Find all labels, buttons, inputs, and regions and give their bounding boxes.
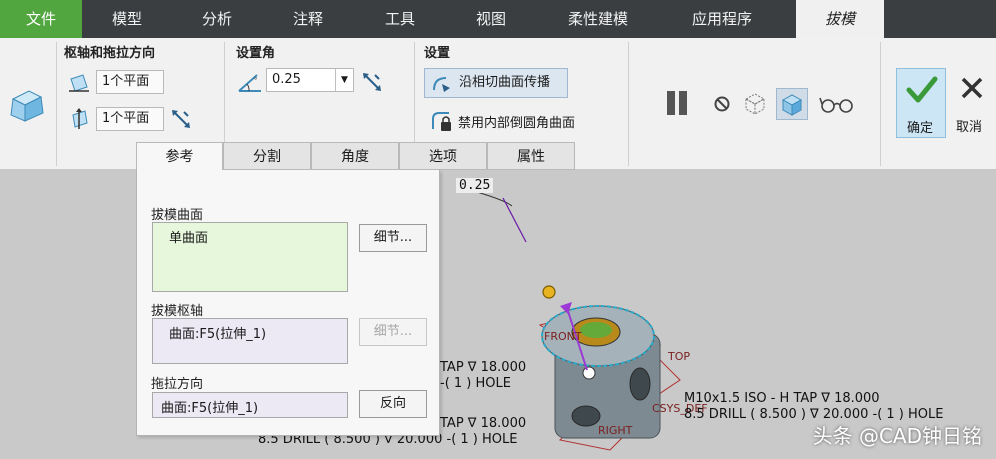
pivot-collector[interactable]: 1个平面 [96,70,164,94]
menu-tab-tools[interactable]: 工具 [354,0,446,38]
angle-annotation: 0.25 [456,178,494,193]
close-icon [958,74,986,102]
cancel-button[interactable]: 取消 [950,68,994,138]
ok-button[interactable]: 确定 [896,68,946,138]
flip-button[interactable]: 反向 [359,390,427,418]
tap-note-bottom: TAP ∇ 18.000 [440,416,527,431]
subtab-properties[interactable]: 属性 [487,142,575,170]
menu-tab-annotate[interactable]: 注释 [262,0,354,38]
menu-bar: 文件 模型 分析 注释 工具 视图 柔性建模 应用程序 拔模 [0,0,996,38]
glasses-icon[interactable] [818,92,856,116]
menu-tab-view[interactable]: 视图 [446,0,536,38]
draft-feature-icon [6,84,48,126]
pivot-point [582,366,596,380]
angle-value: 0.25 [272,72,301,87]
pull-direction-label: 拖拉方向 [151,377,204,392]
tap-note-right: M10x1.5 ISO - H TAP ∇ 18.000 [684,391,880,406]
pull-direction-icon [66,106,92,132]
menu-tab-flexible-modeling[interactable]: 柔性建模 [536,0,660,38]
subtab-angles[interactable]: 角度 [311,142,399,170]
draft-preview [580,322,612,338]
subtab-split[interactable]: 分割 [223,142,311,170]
ribbon-separator [880,42,881,166]
ok-label: 确定 [907,121,934,136]
pivot-plane-icon [66,70,92,96]
front-plane-label: FRONT [544,330,582,343]
angle-group-title: 设置角 [236,46,276,61]
draft-surfaces-value: 单曲面 [169,231,209,246]
draft-surfaces-collector[interactable]: 单曲面 [152,222,348,292]
angle-drag-handle[interactable] [542,285,556,299]
side-hole-right [629,367,651,401]
flip-angle-icon[interactable] [358,68,386,96]
watermark: 头条 @CAD钟日铭 [812,424,982,448]
tap-note-upper-left: TAP ∇ 18.000 [440,360,527,375]
side-hole-bottom [571,405,601,427]
cancel-label: 取消 [956,120,983,135]
pause-icon[interactable] [660,86,694,120]
menu-tab-file[interactable]: 文件 [0,0,82,38]
propagate-tangent-label: 沿相切曲面传播 [459,75,551,90]
top-plane-label: TOP [668,350,691,363]
subtab-options[interactable]: 选项 [399,142,487,170]
draft-hinge-detail-button[interactable]: 细节... [359,318,427,346]
right-plane-label: RIGHT [598,424,633,437]
check-icon [905,73,939,107]
menu-tab-applications[interactable]: 应用程序 [660,0,784,38]
menu-tab-model[interactable]: 模型 [82,0,172,38]
subtab-references[interactable]: 参考 [136,142,223,172]
draft-hinge-value: 曲面:F5(拉伸_1) [169,327,267,342]
angle-line [502,197,527,243]
preview-geometry-icon[interactable] [740,88,770,118]
no-preview-icon[interactable] [710,92,734,116]
settings-group-title: 设置 [424,46,451,61]
menu-tab-analysis[interactable]: 分析 [172,0,262,38]
hole-note-upper-left: -( 1 ) HOLE [440,376,511,391]
flip-pull-direction-icon[interactable] [168,106,194,132]
pull-direction-panel-collector[interactable]: 曲面:F5(拉伸_1) [152,392,348,418]
draft-surfaces-detail-button[interactable]: 细节... [359,224,427,252]
propagate-tangent-button[interactable]: 沿相切曲面传播 [424,68,568,98]
angle-input[interactable]: 0.25 ▼ [266,68,354,92]
menu-tab-draft[interactable]: 拔模 [796,0,884,38]
pivot-group-title: 枢轴和拖拉方向 [64,46,156,61]
references-panel: 拔模曲面 单曲面 细节... 拔模枢轴 曲面:F5(拉伸_1) 细节... 拖拉… [136,170,440,436]
ribbon-separator [628,42,629,166]
draft-surfaces-label: 拔模曲面 [151,208,204,223]
angle-dropdown-icon[interactable]: ▼ [335,69,353,91]
disable-round-label[interactable]: 禁用内部倒圆角曲面 [458,112,575,131]
draft-hinge-collector[interactable]: 曲面:F5(拉伸_1) [152,318,348,364]
ribbon-separator [56,42,57,166]
svg-text:°: ° [254,76,257,85]
angle-icon: ° [236,68,264,96]
disable-round-icon [428,108,454,134]
verify-mode-icon[interactable] [776,88,808,120]
draft-hinge-label: 拔模枢轴 [151,304,204,319]
tangent-propagate-icon [431,73,453,95]
pull-direction-collector[interactable]: 1个平面 [96,107,164,131]
pull-direction-value: 曲面:F5(拉伸_1) [161,401,259,416]
